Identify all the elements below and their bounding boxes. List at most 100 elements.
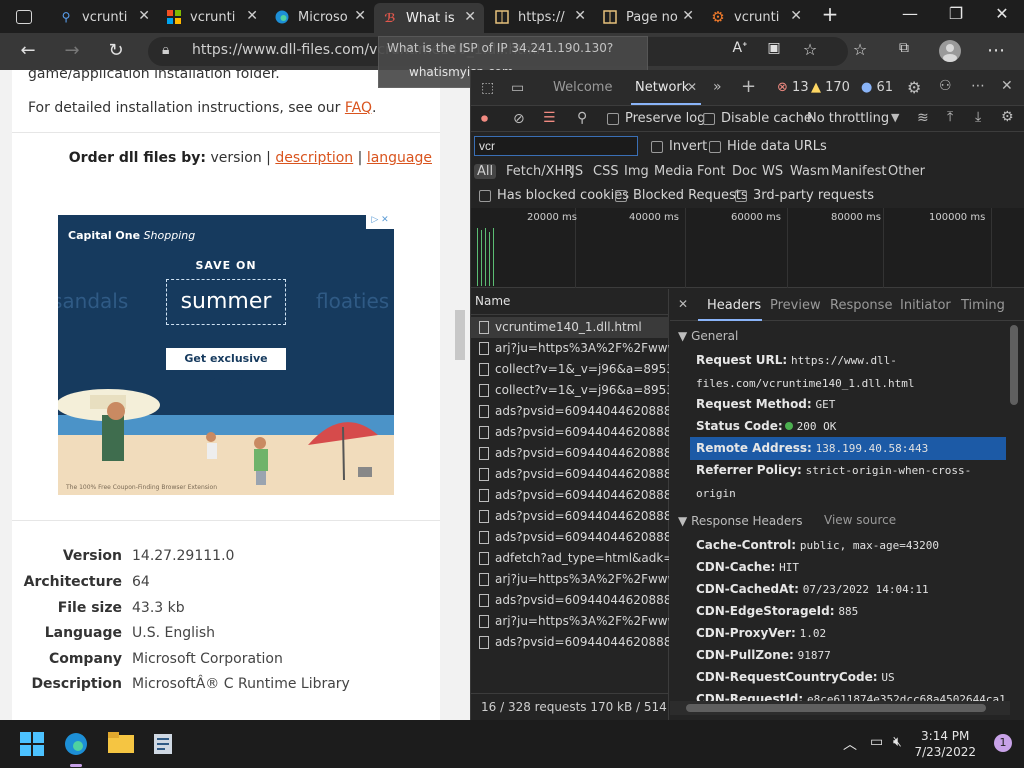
- close-icon[interactable]: ✕: [678, 297, 688, 311]
- third-party-checkbox[interactable]: [735, 190, 747, 202]
- request-row[interactable]: collect?v=1&_v=j96&a=89530...: [471, 359, 669, 380]
- request-row[interactable]: ads?pvsid=609440446208885...: [471, 443, 669, 464]
- response-headers-section-header[interactable]: ▼ Response Headers: [678, 514, 802, 528]
- notification-badge[interactable]: 1: [994, 734, 1012, 752]
- tab-initiator[interactable]: Initiator: [900, 298, 951, 313]
- header-row[interactable]: Cache-Control: public, max-age=43200: [696, 534, 1006, 557]
- detail-scrollbar[interactable]: [1010, 325, 1018, 405]
- refresh-icon[interactable]: ↻: [102, 40, 130, 61]
- header-row[interactable]: CDN-Cache: HIT: [696, 556, 1006, 579]
- tab-actions-button[interactable]: [0, 2, 46, 32]
- throttling-select[interactable]: No throttling: [807, 111, 889, 126]
- request-row[interactable]: ads?pvsid=609440446208885...: [471, 485, 669, 506]
- type-wasm[interactable]: Wasm: [790, 164, 829, 179]
- device-emulation-icon[interactable]: ▭: [511, 80, 524, 96]
- tab-2[interactable]: Microso ✕: [266, 2, 374, 32]
- tab-6[interactable]: ⚙ vcrunti ✕: [702, 2, 810, 32]
- start-windows-icon[interactable]: [20, 732, 44, 756]
- volume-mute-icon[interactable]: 🔇︎: [893, 734, 902, 750]
- error-count[interactable]: ⊗ 13: [777, 80, 809, 95]
- type-other[interactable]: Other: [888, 164, 925, 179]
- request-row[interactable]: arj?ju=https%3A%2F%2Fwww....: [471, 569, 669, 590]
- collections-icon[interactable]: ⧉: [890, 40, 918, 56]
- info-count[interactable]: ● 61: [861, 80, 893, 95]
- blocked-requests-checkbox[interactable]: [615, 190, 627, 202]
- favorites-icon[interactable]: ☆: [846, 40, 874, 59]
- close-icon[interactable]: ✕: [354, 8, 366, 24]
- filter-input[interactable]: [474, 136, 638, 156]
- header-row[interactable]: CDN-ProxyVer: 1.02: [696, 622, 1006, 645]
- header-remote-address[interactable]: Remote Address: 138.199.40.58:443: [690, 437, 1006, 460]
- close-window-button[interactable]: ✕: [982, 4, 1022, 23]
- forward-arrow-icon[interactable]: →: [58, 40, 86, 61]
- header-row[interactable]: CDN-RequestId: e8ce611874e352dcc68a45026…: [696, 688, 1006, 702]
- edge-taskbar-icon[interactable]: [64, 732, 88, 756]
- close-icon[interactable]: ✕: [574, 8, 586, 24]
- minimize-button[interactable]: —: [890, 4, 930, 23]
- type-fetch-xhr[interactable]: Fetch/XHR: [506, 164, 573, 179]
- invert-checkbox[interactable]: [651, 141, 663, 153]
- tab-5[interactable]: Page no ✕: [594, 2, 702, 32]
- network-overview-timeline[interactable]: 20000 ms 40000 ms 60000 ms 80000 ms 1000…: [471, 208, 1024, 288]
- hide-data-urls-checkbox[interactable]: [709, 141, 721, 153]
- close-icon[interactable]: ✕: [687, 80, 697, 94]
- import-har-icon[interactable]: ⤒: [947, 109, 953, 125]
- tab-welcome[interactable]: Welcome: [553, 80, 612, 95]
- request-row[interactable]: adfetch?ad_type=html&adk=...: [471, 548, 669, 569]
- header-row[interactable]: CDN-EdgeStorageId: 885: [696, 600, 1006, 623]
- header-request-url[interactable]: Request URL: https://www.dll-files.com/v…: [696, 349, 1006, 395]
- more-tabs-icon[interactable]: »: [713, 79, 722, 95]
- request-row[interactable]: ads?pvsid=609440446208885...: [471, 464, 669, 485]
- app-taskbar-icon[interactable]: [152, 732, 176, 756]
- view-source-link[interactable]: View source: [824, 513, 896, 527]
- search-icon[interactable]: ⚲: [577, 110, 587, 126]
- app-available-icon[interactable]: ▣: [760, 40, 788, 56]
- tab-0[interactable]: ⚲ vcrunti ✕: [50, 2, 158, 32]
- order-description-link[interactable]: description: [275, 150, 353, 166]
- header-row[interactable]: CDN-PullZone: 91877: [696, 644, 1006, 667]
- network-conditions-icon[interactable]: ≋: [917, 110, 929, 126]
- chevron-up-icon[interactable]: ︿: [843, 734, 857, 754]
- request-row[interactable]: ads?pvsid=609440446208885...: [471, 401, 669, 422]
- tab-3-active[interactable]: ℬ What is ✕: [374, 3, 484, 33]
- read-aloud-icon[interactable]: Aᐩ: [726, 40, 754, 56]
- type-font[interactable]: Font: [697, 164, 725, 179]
- more-menu-icon[interactable]: ⋯: [982, 40, 1010, 61]
- tab-headers[interactable]: Headers: [707, 298, 761, 313]
- new-tab-button[interactable]: +: [810, 2, 850, 26]
- network-settings-icon[interactable]: ⚙: [1001, 109, 1014, 125]
- type-css[interactable]: CSS: [593, 164, 619, 179]
- feedback-icon[interactable]: ⚇: [939, 78, 952, 94]
- close-icon[interactable]: ✕: [682, 8, 694, 24]
- clear-icon[interactable]: ⊘: [513, 111, 525, 127]
- close-icon[interactable]: ✕: [246, 8, 258, 24]
- add-favorite-icon[interactable]: ☆: [796, 40, 824, 59]
- header-status-code[interactable]: Status Code: 200 OK: [696, 415, 1006, 438]
- header-request-method[interactable]: Request Method: GET: [696, 393, 1006, 416]
- preserve-log-checkbox[interactable]: [607, 113, 619, 125]
- order-language-link[interactable]: language: [367, 150, 432, 166]
- export-har-icon[interactable]: ⤓: [975, 109, 981, 125]
- tab-4[interactable]: https:// ✕: [486, 2, 594, 32]
- profile-avatar[interactable]: [936, 40, 964, 67]
- lock-icon[interactable]: 🔒︎: [162, 42, 169, 58]
- request-row[interactable]: ads?pvsid=609440446208885...: [471, 632, 669, 653]
- request-row[interactable]: vcruntime140_1.dll.html: [471, 317, 669, 338]
- record-icon[interactable]: ⏺: [481, 111, 488, 127]
- request-row[interactable]: ads?pvsid=609440446208885...: [471, 506, 669, 527]
- close-icon[interactable]: ✕: [464, 9, 476, 25]
- more-options-icon[interactable]: ⋯: [971, 78, 985, 94]
- type-ws[interactable]: WS: [762, 164, 783, 179]
- detail-horizontal-scrollbar[interactable]: [670, 701, 1010, 715]
- add-tab-icon[interactable]: +: [741, 76, 756, 97]
- tab-network[interactable]: Network: [635, 80, 689, 95]
- blocked-cookies-checkbox[interactable]: [479, 190, 491, 202]
- disable-cache-checkbox[interactable]: [703, 113, 715, 125]
- name-column-header[interactable]: Name: [471, 289, 669, 315]
- page-scrollbar[interactable]: [455, 310, 465, 360]
- type-doc[interactable]: Doc: [732, 164, 757, 179]
- header-row[interactable]: CDN-CachedAt: 07/23/2022 14:04:11: [696, 578, 1006, 601]
- header-referrer-policy[interactable]: Referrer Policy: strict-origin-when-cros…: [696, 459, 1006, 505]
- chevron-down-icon[interactable]: ▼: [891, 111, 899, 124]
- tab-preview[interactable]: Preview: [770, 298, 821, 313]
